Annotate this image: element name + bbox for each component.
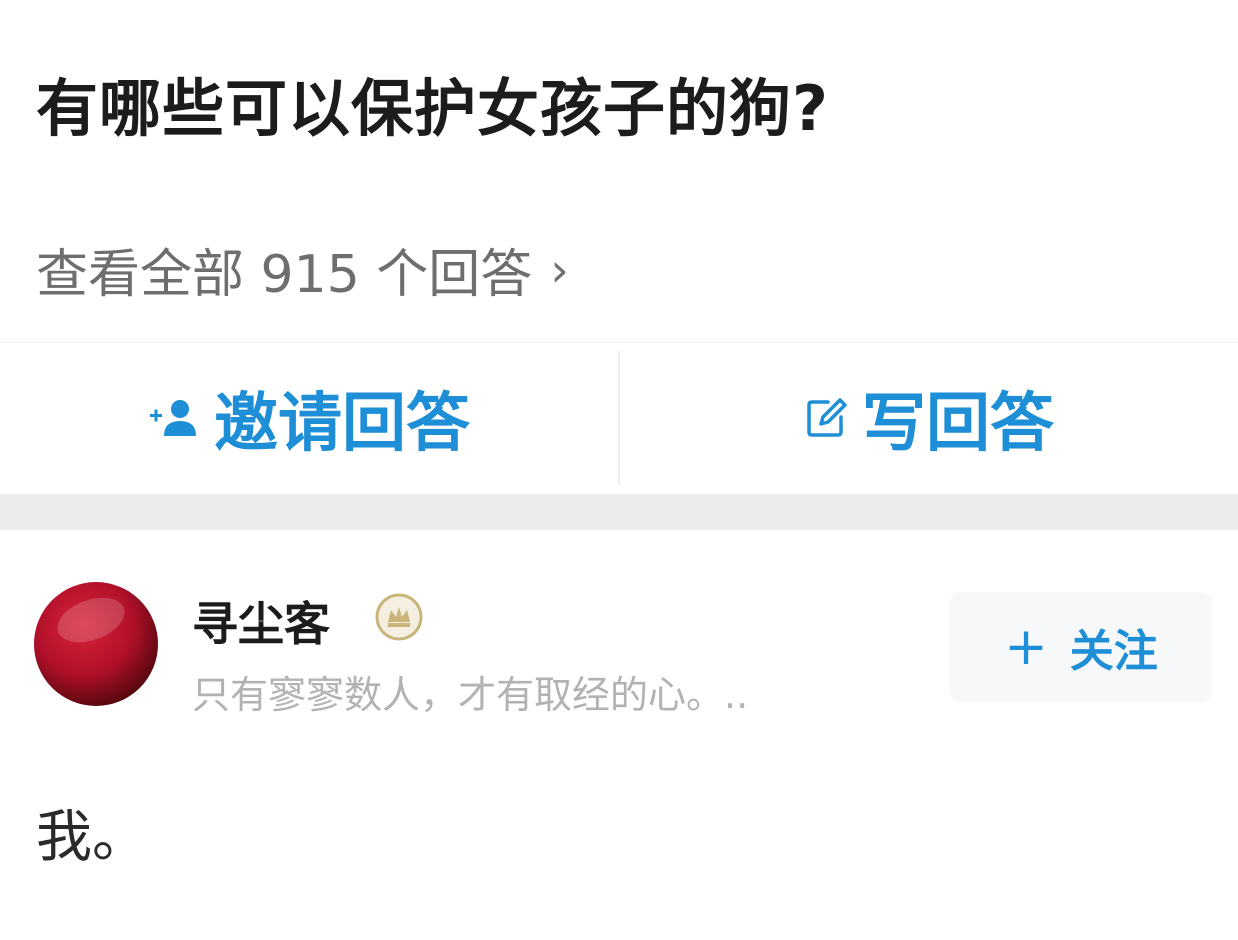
view-all-answers-link[interactable]: 查看全部 915 个回答 ›	[36, 232, 569, 307]
write-answer-label: 写回答	[862, 387, 1054, 461]
plus-icon: +	[1004, 617, 1048, 677]
invite-answer-label: 邀请回答	[214, 387, 470, 461]
add-user-icon	[148, 398, 200, 438]
chevron-right-icon: ›	[550, 242, 569, 297]
author-name[interactable]: 寻尘客	[192, 588, 330, 654]
question-title: 有哪些可以保护女孩子的狗?	[36, 72, 829, 145]
view-all-answers-label: 查看全部 915 个回答	[36, 245, 533, 305]
follow-button[interactable]: + 关注	[950, 592, 1212, 702]
follow-label: 关注	[1069, 626, 1158, 677]
answer-action-bar: 邀请回答 写回答	[0, 342, 1238, 493]
invite-answer-button[interactable]: 邀请回答	[0, 343, 618, 493]
verified-badge-icon	[374, 592, 424, 642]
write-answer-button[interactable]: 写回答	[620, 343, 1238, 493]
author-bio: 只有寥寥数人，才有取经的心。..	[192, 673, 749, 717]
author-avatar[interactable]	[34, 582, 158, 706]
edit-icon	[804, 396, 848, 440]
section-divider	[0, 494, 1238, 530]
avatar-highlight	[51, 589, 131, 651]
answer-content[interactable]: 我。	[36, 792, 148, 873]
